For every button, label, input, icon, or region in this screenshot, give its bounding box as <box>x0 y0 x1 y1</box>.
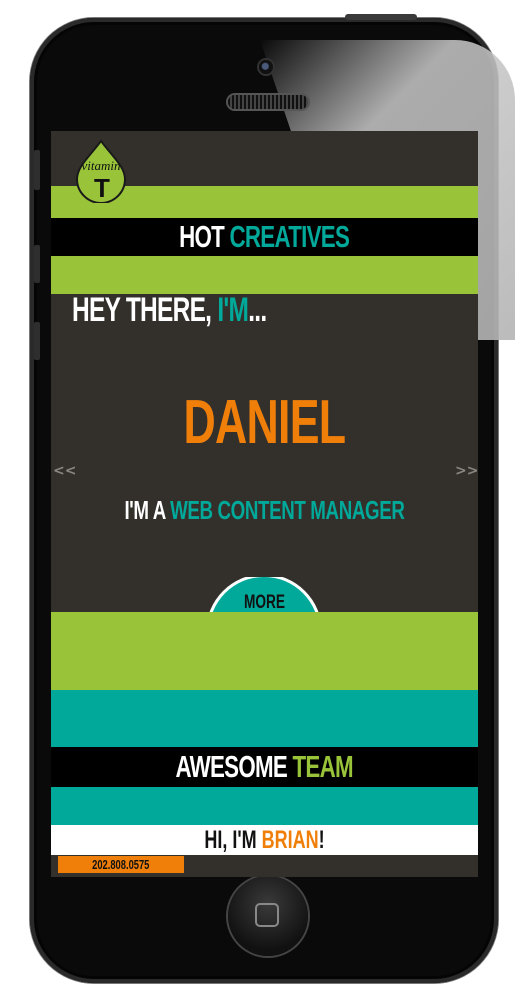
hot-creatives-bar: HOT CREATIVES <box>51 218 478 256</box>
more-button-label: MORE <box>243 592 285 613</box>
creative-role-wrapper: I'M A WEB CONTENT MANAGER <box>51 495 478 526</box>
prev-arrow-icon[interactable]: << <box>53 463 76 479</box>
power-button <box>345 14 417 20</box>
creative-role: I'M A WEB CONTENT MANAGER <box>124 495 405 525</box>
awesome-team-bar: AWESOME TEAM <box>51 747 478 787</box>
green-stripe-middle <box>51 256 478 294</box>
next-arrow-icon[interactable]: >> <box>455 463 478 479</box>
team-member-intro: HI, I'M BRIAN! <box>204 826 325 854</box>
creative-name: DANIEL <box>183 388 347 457</box>
phone-number: 202.808.0575 <box>92 857 150 872</box>
phone-number-tag[interactable]: 202.808.0575 <box>58 856 184 873</box>
logo-letter: T <box>94 173 110 203</box>
camera-icon <box>259 60 273 74</box>
green-block <box>51 612 478 690</box>
volume-up-button <box>34 245 40 283</box>
team-member-bar: HI, I'M BRIAN! <box>51 825 478 855</box>
vitamin-t-logo-icon[interactable]: vitamin T <box>69 139 133 203</box>
home-button[interactable] <box>228 876 308 956</box>
logo-text: vitamin <box>82 158 121 173</box>
greeting-heading: HEY THERE, I'M... <box>72 291 267 329</box>
section-title-awesome-team: AWESOME TEAM <box>175 749 354 784</box>
teal-block <box>51 690 478 747</box>
home-square-icon <box>255 903 279 927</box>
screen: HOT CREATIVES vitamin T HEY THERE, I'M..… <box>51 131 478 877</box>
section-title-hot-creatives: HOT CREATIVES <box>179 219 350 254</box>
creative-name-wrapper: DANIEL <box>51 385 478 458</box>
mute-switch <box>34 150 40 190</box>
speaker-grille <box>228 95 308 109</box>
volume-down-button <box>34 322 40 360</box>
teal-stripe <box>51 787 478 825</box>
